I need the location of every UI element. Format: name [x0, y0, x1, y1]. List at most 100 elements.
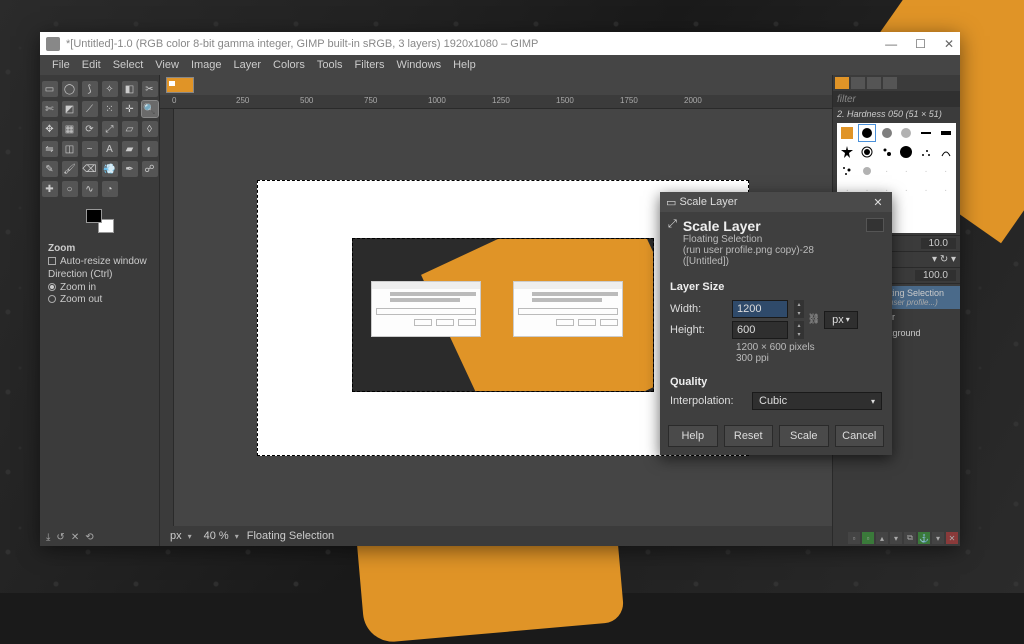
dock-save-icon[interactable]: ⤓: [46, 532, 50, 543]
brush-thumb[interactable]: [858, 143, 877, 161]
delete-layer-icon[interactable]: ✕: [946, 532, 958, 544]
brush-thumb[interactable]: [897, 124, 916, 142]
brush-thumb[interactable]: [917, 124, 936, 142]
menu-filters[interactable]: Filters: [351, 57, 389, 73]
brush-thumb[interactable]: ·: [917, 162, 936, 180]
dock-delete-icon[interactable]: ✕: [71, 532, 79, 543]
window-close-button[interactable]: ✕: [944, 37, 954, 51]
shear-tool-icon[interactable]: ▱: [122, 121, 138, 137]
paintbrush-tool-icon[interactable]: 🖌: [62, 161, 78, 177]
crop-tool-icon[interactable]: ✂: [142, 81, 158, 97]
brush-thumb[interactable]: [917, 143, 936, 161]
anchor-icon[interactable]: ⚓: [918, 532, 930, 544]
link-chain-icon[interactable]: ⛓: [808, 302, 820, 338]
interpolation-select[interactable]: Cubic▾: [752, 392, 882, 410]
spacing-value[interactable]: 10.0: [921, 238, 956, 249]
menu-file[interactable]: File: [48, 57, 74, 73]
scale-button[interactable]: Scale: [779, 425, 829, 447]
lower-layer-icon[interactable]: ▾: [890, 532, 902, 544]
dock-restore-icon[interactable]: ↺: [56, 532, 64, 543]
brush-thumb[interactable]: ·: [936, 181, 955, 199]
brush-thumb[interactable]: ·: [936, 162, 955, 180]
menu-layer[interactable]: Layer: [230, 57, 266, 73]
brush-filter-input[interactable]: filter: [833, 91, 960, 107]
cage-tool-icon[interactable]: ◫: [62, 141, 78, 157]
brush-thumb[interactable]: [838, 162, 857, 180]
dodge-tool-icon[interactable]: ◔: [102, 181, 118, 197]
fuzzy-select-tool-icon[interactable]: ✧: [102, 81, 118, 97]
menu-tools[interactable]: Tools: [313, 57, 347, 73]
perspective-tool-icon[interactable]: ◊: [142, 121, 158, 137]
window-maximize-button[interactable]: ☐: [915, 37, 926, 51]
auto-resize-checkbox[interactable]: Auto-resize window: [48, 256, 151, 267]
menu-image[interactable]: Image: [187, 57, 226, 73]
fg-bg-color[interactable]: [86, 209, 114, 233]
align-tool-icon[interactable]: ▦: [62, 121, 78, 137]
unit-select[interactable]: px▾: [824, 311, 858, 329]
reset-button[interactable]: Reset: [724, 425, 774, 447]
brush-thumb[interactable]: [838, 143, 857, 161]
merge-icon[interactable]: ▾: [932, 532, 944, 544]
brush-thumb[interactable]: ·: [897, 181, 916, 199]
width-input[interactable]: 1200: [732, 300, 788, 318]
measure-tool-icon[interactable]: ✛: [122, 101, 138, 117]
new-group-icon[interactable]: ▫: [862, 532, 874, 544]
brush-thumb[interactable]: [838, 124, 857, 142]
foreground-tool-icon[interactable]: ◩: [62, 101, 78, 117]
unit-selector[interactable]: px▾: [166, 530, 192, 542]
brushes-tab-icon[interactable]: [835, 77, 849, 89]
scale-tool-icon[interactable]: ⤢: [102, 121, 118, 137]
fonts-tab-icon[interactable]: [867, 77, 881, 89]
airbrush-tool-icon[interactable]: 💨: [102, 161, 118, 177]
zoom-out-radio[interactable]: Zoom out: [48, 294, 151, 305]
dialog-reset-icon[interactable]: [866, 218, 884, 232]
menu-colors[interactable]: Colors: [269, 57, 309, 73]
bycolor-select-tool-icon[interactable]: ◧: [122, 81, 138, 97]
clone-tool-icon[interactable]: ☍: [142, 161, 158, 177]
help-button[interactable]: Help: [668, 425, 718, 447]
image-tab[interactable]: [166, 77, 194, 93]
menu-windows[interactable]: Windows: [392, 57, 445, 73]
warp-tool-icon[interactable]: ~: [82, 141, 98, 157]
zoom-tool-icon[interactable]: 🔍: [142, 101, 158, 117]
height-input[interactable]: 600: [732, 321, 788, 339]
menu-help[interactable]: Help: [449, 57, 480, 73]
window-titlebar[interactable]: *[Untitled]-1.0 (RGB color 8-bit gamma i…: [40, 32, 960, 55]
patterns-tab-icon[interactable]: [851, 77, 865, 89]
free-select-tool-icon[interactable]: ⟆: [82, 81, 98, 97]
vertical-ruler[interactable]: [160, 109, 174, 526]
cancel-button[interactable]: Cancel: [835, 425, 885, 447]
ellipse-select-tool-icon[interactable]: ◯: [62, 81, 78, 97]
brush-thumb[interactable]: [858, 162, 877, 180]
rect-select-tool-icon[interactable]: ▭: [42, 81, 58, 97]
brush-thumb[interactable]: [936, 143, 955, 161]
window-minimize-button[interactable]: —: [885, 37, 897, 51]
brush-thumb[interactable]: ·: [897, 162, 916, 180]
fg-color-swatch[interactable]: [86, 209, 102, 223]
eraser-tool-icon[interactable]: ⌫: [82, 161, 98, 177]
height-spinner[interactable]: ▴▾: [794, 321, 804, 339]
brush-thumb[interactable]: [936, 124, 955, 142]
brush-thumb[interactable]: [877, 124, 896, 142]
scissors-tool-icon[interactable]: ✄: [42, 101, 58, 117]
pencil-tool-icon[interactable]: ✎: [42, 161, 58, 177]
flip-tool-icon[interactable]: ⇋: [42, 141, 58, 157]
menu-select[interactable]: Select: [109, 57, 148, 73]
bucket-tool-icon[interactable]: ▰: [122, 141, 138, 157]
paths-tool-icon[interactable]: ⟋: [82, 101, 98, 117]
width-spinner[interactable]: ▴▾: [794, 300, 804, 318]
horizontal-ruler[interactable]: 0 250 500 750 1000 1250 1500 1750 2000: [160, 95, 832, 109]
text-tool-icon[interactable]: A: [102, 141, 118, 157]
zoom-selector[interactable]: 40 %▾: [200, 530, 239, 542]
brush-thumb[interactable]: [897, 143, 916, 161]
floating-selection-layer[interactable]: [352, 238, 654, 392]
raise-layer-icon[interactable]: ▴: [876, 532, 888, 544]
smudge-tool-icon[interactable]: ∿: [82, 181, 98, 197]
move-tool-icon[interactable]: ✥: [42, 121, 58, 137]
new-layer-icon[interactable]: ▫: [848, 532, 860, 544]
heal-tool-icon[interactable]: ✚: [42, 181, 58, 197]
ink-tool-icon[interactable]: ✒: [122, 161, 138, 177]
blur-tool-icon[interactable]: ○: [62, 181, 78, 197]
dialog-close-button[interactable]: ✕: [870, 196, 886, 209]
history-tab-icon[interactable]: [883, 77, 897, 89]
